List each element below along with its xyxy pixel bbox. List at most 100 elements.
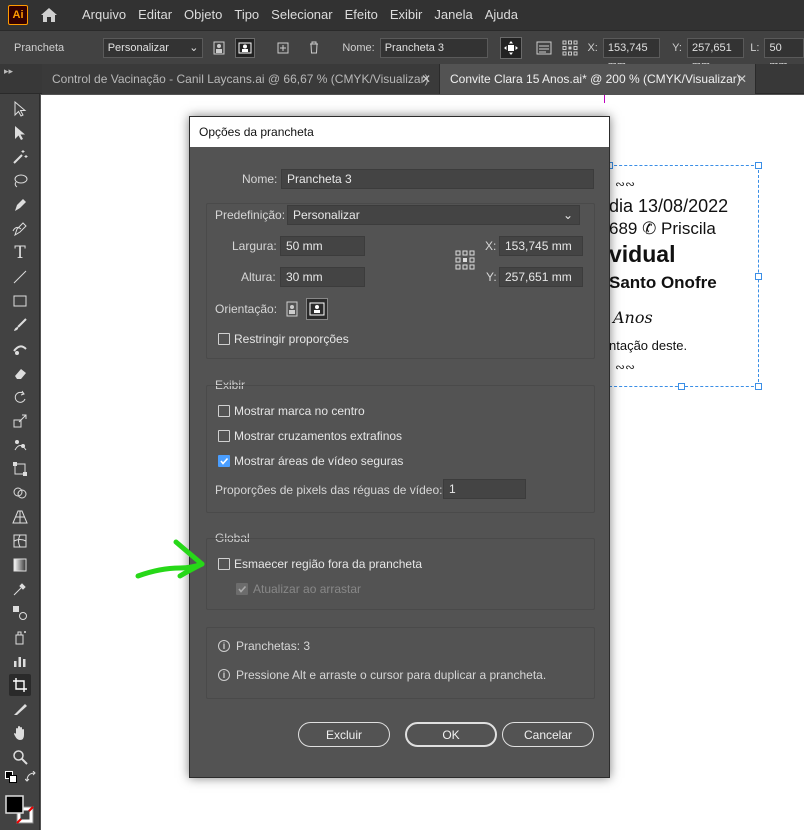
gradient-tool-icon[interactable] [9,554,31,576]
pixel-ratio-field[interactable]: 1 [443,479,526,499]
pen-tool-icon[interactable] [9,194,31,216]
new-artboard-icon[interactable] [273,38,293,58]
artboard-tool-icon[interactable] [9,674,31,696]
line-tool-icon[interactable] [9,266,31,288]
delete-button[interactable]: Excluir [298,722,390,747]
name-field[interactable]: Prancheta 3 [281,169,594,189]
blend-tool-icon[interactable] [9,602,31,624]
rectangle-tool-icon[interactable] [9,290,31,312]
default-colors-icon[interactable] [4,770,18,784]
constrain-label: Restringir proporções [234,332,349,346]
move-artwork-icon[interactable] [500,36,523,59]
reference-point-icon[interactable] [455,250,475,270]
artboards-count-text: Pranchetas: 3 [236,639,311,653]
annotation-arrow-icon [135,539,205,579]
height-label: Altura: [241,270,276,284]
tools-panel: T [0,94,40,830]
x-label: X: [485,239,497,253]
zoom-tool-icon[interactable] [9,746,31,768]
close-icon[interactable]: ✕ [737,72,747,86]
x-field[interactable]: 153,745 mm [602,37,661,72]
tab-label: Convite Clara 15 Anos.ai* @ 200 % (CMYK/… [450,72,741,86]
artboard-options-dialog: Opções da prancheta Nome: Prancheta 3 Pr… [189,116,610,778]
artboard-options-icon[interactable] [534,38,554,58]
swap-colors-icon[interactable] [24,770,38,784]
paintbrush-tool-icon[interactable] [9,314,31,336]
height-field[interactable]: 30 mm [280,267,365,287]
selection-handle[interactable] [755,273,762,280]
menu-objeto[interactable]: Objeto [178,0,228,30]
preset-value: Personalizar [107,41,169,54]
hand-tool-icon[interactable] [9,722,31,744]
type-tool-icon[interactable]: T [9,242,31,264]
eyedropper-tool-icon[interactable] [9,578,31,600]
preset-label: Predefinição: [215,208,286,222]
tab-control-vacinacao[interactable]: Control de Vacinação - Canil Laycans.ai … [42,64,440,94]
constrain-checkbox[interactable] [218,333,230,345]
ok-button[interactable]: OK [405,722,497,747]
artboard-guide [604,95,605,103]
magic-wand-tool-icon[interactable] [9,146,31,168]
symbol-sprayer-tool-icon[interactable] [9,626,31,648]
menu-editar[interactable]: Editar [132,0,178,30]
portrait-icon[interactable] [283,299,301,319]
reference-point-icon[interactable] [560,38,580,58]
trash-icon[interactable] [305,38,325,58]
curvature-tool-icon[interactable] [9,218,31,240]
menu-exibir[interactable]: Exibir [384,0,429,30]
landscape-icon[interactable] [306,298,328,320]
shaper-tool-icon[interactable] [9,338,31,360]
menu-tipo[interactable]: Tipo [228,0,265,30]
selection-handle[interactable] [755,162,762,169]
preset-select[interactable]: Personalizar ⌄ [287,205,580,225]
menu-ajuda[interactable]: Ajuda [479,0,524,30]
menu-arquivo[interactable]: Arquivo [76,0,132,30]
lasso-tool-icon[interactable] [9,170,31,192]
y-label: Y: [486,270,497,284]
selection-tool-icon[interactable] [9,98,31,120]
fade-outside-checkbox[interactable] [218,558,230,570]
mesh-tool-icon[interactable] [9,530,31,552]
collapse-panel-icon[interactable]: ▸▸ [4,66,13,77]
close-icon[interactable]: ✕ [421,72,431,86]
free-transform-tool-icon[interactable] [9,458,31,480]
width-field[interactable]: 50 mm [764,37,804,72]
y-field[interactable]: 257,651 mm [686,37,745,72]
show-safe-areas-checkbox[interactable] [218,455,230,467]
menu-efeito[interactable]: Efeito [339,0,384,30]
puppet-warp-tool-icon[interactable] [9,434,31,456]
rotate-tool-icon[interactable] [9,386,31,408]
alt-drag-hint-text: Pressione Alt e arraste o cursor para du… [236,668,547,682]
portrait-icon[interactable] [209,38,229,58]
eraser-tool-icon[interactable] [9,362,31,384]
width-field[interactable]: 50 mm [280,236,365,256]
tab-convite-clara[interactable]: Convite Clara 15 Anos.ai* @ 200 % (CMYK/… [440,64,756,94]
app-logo[interactable]: Ai [8,5,28,25]
perspective-grid-tool-icon[interactable] [9,506,31,528]
scale-tool-icon[interactable] [9,410,31,432]
show-crosshairs-label: Mostrar cruzamentos extrafinos [234,429,403,443]
landscape-icon[interactable] [235,37,255,58]
shape-builder-tool-icon[interactable] [9,482,31,504]
home-icon[interactable] [38,4,60,26]
selection-handle[interactable] [755,383,762,390]
info-group [206,627,595,699]
menu-janela[interactable]: Janela [428,0,478,30]
fade-outside-label: Esmaecer região fora da prancheta [234,557,423,571]
show-center-checkbox[interactable] [218,405,230,417]
y-field[interactable]: 257,651 mm [499,267,583,287]
column-graph-tool-icon[interactable] [9,650,31,672]
direct-selection-tool-icon[interactable] [9,122,31,144]
flourish-top: ∾∾ [615,177,636,191]
fill-stroke-swatches[interactable] [4,794,36,826]
menu-selecionar[interactable]: Selecionar [265,0,338,30]
orientation-label: Orientação: [215,302,278,316]
preset-select[interactable]: Personalizar ⌄ [102,37,204,58]
artboard-name-field[interactable]: Prancheta 3 [379,37,489,58]
x-field[interactable]: 153,745 mm [499,236,583,256]
show-crosshairs-checkbox[interactable] [218,430,230,442]
chevron-down-icon: ⌄ [562,208,573,222]
slice-tool-icon[interactable] [9,698,31,720]
selection-handle[interactable] [678,383,685,390]
cancel-button[interactable]: Cancelar [502,722,594,747]
